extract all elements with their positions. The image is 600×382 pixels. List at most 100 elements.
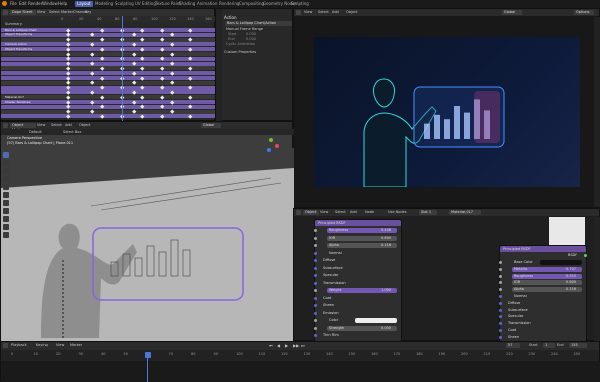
input-socket[interactable]	[498, 288, 502, 292]
keyframe[interactable]	[140, 75, 145, 80]
shader-object-select[interactable]: Object	[303, 210, 319, 215]
viewport-tool-icon[interactable]	[3, 208, 9, 214]
dopesheet-summary[interactable]: Summary	[5, 22, 22, 27]
dopesheet-channel-row[interactable]: Object Transforms	[1, 47, 216, 52]
dopesheet-channel-row[interactable]	[1, 75, 216, 80]
keyframe[interactable]	[66, 27, 71, 32]
jump-start-icon[interactable]: ⏮	[269, 343, 273, 348]
keyframe[interactable]	[160, 66, 165, 70]
keyframe[interactable]	[90, 32, 95, 37]
keyframe[interactable]	[160, 56, 165, 61]
color-swatch[interactable]	[540, 260, 582, 265]
input-socket[interactable]	[498, 301, 502, 305]
node-input-value[interactable]: 0.448	[381, 228, 391, 233]
input-socket[interactable]	[498, 322, 502, 326]
dopesheet-channel-row[interactable]	[1, 114, 216, 119]
keyframe[interactable]	[100, 85, 105, 90]
keyframe[interactable]	[170, 80, 175, 85]
gizmo-x[interactable]	[275, 144, 279, 148]
keyframe[interactable]	[100, 47, 105, 51]
node-input-value[interactable]: 0.707	[566, 267, 576, 272]
node-input-value[interactable]: 0.000	[381, 326, 391, 331]
object-mode-select[interactable]: Object Mode	[10, 123, 36, 132]
gizmo-z[interactable]	[267, 148, 271, 152]
keyframe[interactable]	[140, 95, 145, 99]
dopesheet-channel-row[interactable]	[1, 51, 216, 56]
end-frame-field[interactable]: 155	[569, 343, 587, 348]
keyframe[interactable]	[66, 56, 71, 61]
keyframe[interactable]	[100, 75, 105, 80]
keyframe[interactable]	[100, 56, 105, 61]
keyframe[interactable]	[66, 99, 71, 104]
keyframe[interactable]	[140, 37, 145, 42]
channel-name[interactable]: Object Transforms	[5, 32, 32, 37]
menu-window[interactable]: Window	[42, 1, 58, 7]
keyframe[interactable]	[66, 90, 71, 94]
dopesheet-channel-row[interactable]	[1, 66, 216, 71]
input-socket[interactable]	[313, 259, 317, 262]
input-socket[interactable]	[313, 319, 317, 322]
camera-view-menu-object[interactable]: Object	[346, 10, 357, 15]
slot-select[interactable]: Slot 1	[419, 210, 437, 215]
camera-view-menu-select[interactable]: Select	[318, 10, 329, 15]
viewport-editor-type-icon[interactable]	[3, 123, 8, 128]
keyframe[interactable]	[170, 99, 175, 104]
viewport-tool-icon[interactable]	[3, 152, 9, 158]
dopesheet-channel-row[interactable]: Object Transforms	[1, 32, 216, 37]
keyframe[interactable]	[132, 42, 137, 46]
channel-name[interactable]: Object Transforms	[5, 47, 32, 52]
action-name-field[interactable]: Bars & Lollipop Chart/Action	[225, 21, 292, 26]
viewport-tool-icon[interactable]	[3, 224, 9, 230]
keyframe[interactable]	[100, 66, 105, 70]
dopesheet-channel-row[interactable]	[1, 61, 216, 66]
keyframe[interactable]	[132, 71, 137, 75]
keyframe[interactable]	[66, 51, 71, 56]
keyframe[interactable]	[188, 66, 193, 70]
material-name-field[interactable]: Material.017	[449, 210, 481, 215]
keyframe[interactable]	[188, 56, 193, 61]
input-socket[interactable]	[313, 326, 317, 330]
color-swatch[interactable]	[355, 318, 397, 323]
keyframe[interactable]	[188, 75, 193, 80]
viewport-tool-icon[interactable]	[3, 192, 9, 198]
dopesheet-channel-row[interactable]	[1, 71, 216, 76]
start-frame-field[interactable]: 1	[543, 343, 555, 348]
viewport-tool-icon[interactable]	[3, 168, 9, 174]
dopesheet-channel-row[interactable]	[1, 109, 216, 114]
keyframe[interactable]	[160, 47, 165, 51]
keying-menu[interactable]: Keying	[36, 343, 48, 348]
viewport-tool-icon[interactable]	[3, 216, 9, 222]
keyframe[interactable]	[66, 114, 71, 118]
workspace-tab-scripting[interactable]: Scripting	[289, 1, 311, 7]
keyframe[interactable]	[66, 71, 71, 75]
input-socket[interactable]	[313, 281, 317, 285]
input-socket[interactable]	[498, 329, 502, 332]
dopesheet-mode-select[interactable]: Dope Sheet	[10, 10, 36, 15]
keyframe[interactable]	[160, 114, 165, 118]
transform-orientation-select[interactable]: Global	[201, 123, 221, 128]
keyframe[interactable]	[160, 27, 165, 32]
input-socket[interactable]	[313, 274, 317, 277]
shader-menu-add[interactable]: Add	[350, 210, 357, 215]
keyframe[interactable]	[90, 42, 95, 46]
dopesheet-channel-row[interactable]	[1, 85, 216, 90]
keyframe[interactable]	[188, 27, 193, 32]
input-socket[interactable]	[313, 251, 317, 255]
menu-render[interactable]: Render	[28, 1, 42, 7]
keyframe[interactable]	[66, 37, 71, 42]
node-input-value[interactable]: 0.800	[566, 280, 576, 285]
node-input-value[interactable]: 0.515	[566, 274, 576, 279]
keyframe[interactable]	[140, 66, 145, 70]
dopesheet-channel-row[interactable]: Material.017	[1, 95, 216, 100]
keyframe[interactable]	[66, 42, 71, 46]
keyframe[interactable]	[140, 104, 145, 109]
keyframe[interactable]	[66, 85, 71, 90]
node-input-value[interactable]: 0.116	[566, 287, 576, 292]
keyframe[interactable]	[170, 51, 175, 56]
shader-menu-node[interactable]: Node	[365, 210, 374, 215]
dopesheet-channel-row[interactable]	[1, 80, 216, 85]
keyframe[interactable]	[132, 109, 137, 114]
keyframe[interactable]	[132, 99, 137, 104]
input-socket[interactable]	[498, 315, 502, 319]
keyframe[interactable]	[170, 71, 175, 75]
